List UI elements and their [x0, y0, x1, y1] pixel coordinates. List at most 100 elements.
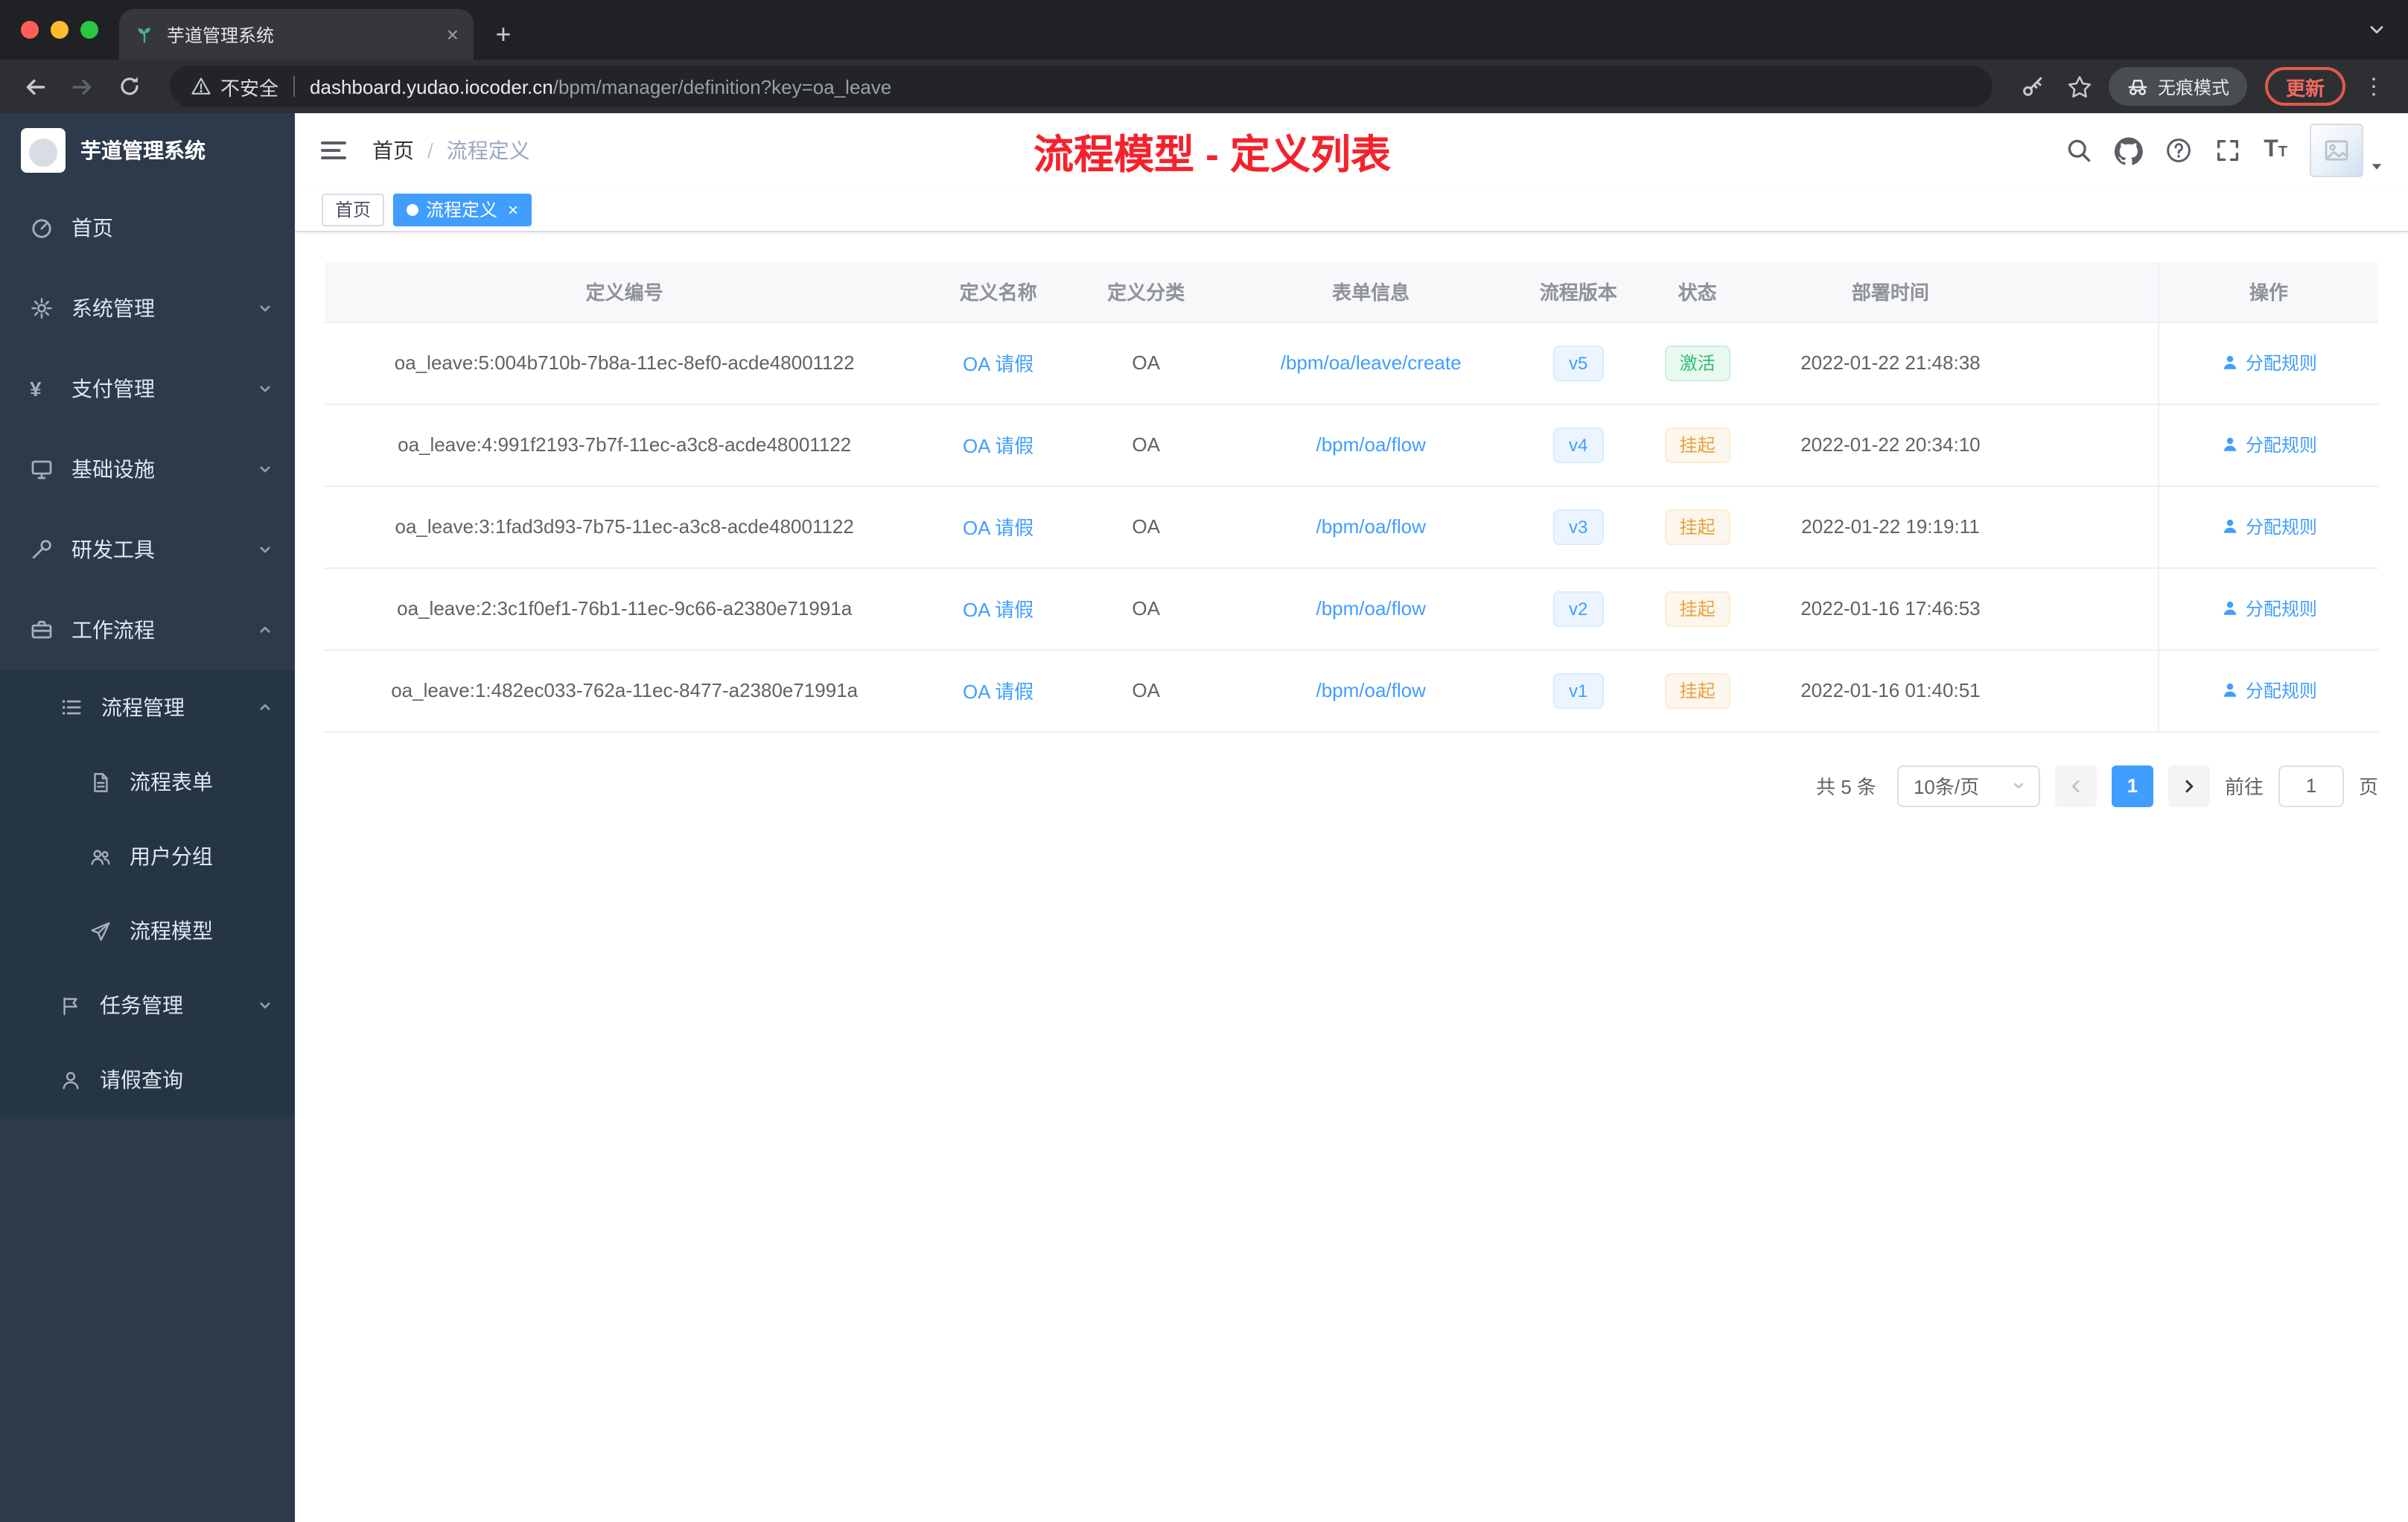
person-icon [60, 1069, 82, 1091]
navbar-actions: TT [2065, 124, 2384, 177]
chevron-down-icon [256, 541, 274, 558]
search-icon[interactable] [2065, 137, 2092, 164]
cell-deploy-time: 2022-01-22 19:19:11 [1759, 485, 2022, 568]
password-key-icon[interactable] [2013, 67, 2052, 106]
assign-rule-button[interactable]: 分配规则 [2220, 677, 2317, 702]
assign-rule-button[interactable]: 分配规则 [2220, 513, 2317, 538]
url-host: dashboard.yudao.iocoder.cn [310, 75, 553, 98]
wrench-icon [30, 538, 54, 561]
reload-button[interactable] [110, 67, 149, 106]
back-button[interactable] [15, 67, 54, 106]
assign-rule-button[interactable]: 分配规则 [2220, 349, 2317, 375]
sidebar-item-process-mgmt[interactable]: 流程管理 [0, 670, 295, 745]
minimize-window-button[interactable] [51, 21, 69, 39]
status-badge: 激活 [1664, 345, 1730, 380]
sidebar-item-home[interactable]: 首页 [0, 188, 295, 268]
sidebar-submenu-workflow: 流程管理 流程表单 用户分组 流程模型 任务管理 请假查询 [0, 670, 295, 1117]
assign-rule-button[interactable]: 分配规则 [2220, 595, 2317, 620]
help-icon[interactable] [2165, 137, 2192, 164]
incognito-icon [2127, 75, 2149, 98]
table-row: oa_leave:3:1fad3d93-7b75-11ec-a3c8-acde4… [325, 485, 2378, 568]
hamburger-icon[interactable] [319, 136, 348, 165]
sidebar-item-process-form[interactable]: 流程表单 [0, 745, 295, 819]
breadcrumb-home[interactable]: 首页 [372, 136, 414, 165]
col-header-version: 流程版本 [1521, 262, 1635, 322]
paper-plane-icon [89, 920, 112, 942]
browser-tab[interactable]: 芋道管理系统 × [119, 9, 474, 60]
not-secure-label: 不安全 [220, 77, 279, 99]
page-number-button[interactable]: 1 [2111, 765, 2153, 806]
definition-name-link[interactable]: OA 请假 [963, 599, 1033, 621]
chevron-down-icon [256, 996, 274, 1014]
url-text: dashboard.yudao.iocoder.cn/bpm/manager/d… [310, 75, 891, 98]
goto-unit-label: 页 [2358, 776, 2378, 798]
yen-icon: ¥ [30, 377, 42, 401]
tag-process-definition[interactable]: 流程定义 × [393, 193, 532, 226]
form-link[interactable]: /bpm/oa/flow [1316, 515, 1425, 538]
browser-tabstrip: 芋道管理系统 × + [0, 0, 2408, 60]
browser-menu-icon[interactable]: ⋮ [2354, 67, 2393, 106]
top-navbar: 首页 / 流程定义 流程模型 - 定义列表 TT [295, 113, 2408, 188]
tag-close-icon[interactable]: × [508, 200, 518, 218]
tag-home[interactable]: 首页 [322, 193, 385, 226]
chrome-update-button[interactable]: 更新 [2264, 67, 2345, 106]
dashboard-icon [30, 216, 54, 240]
definition-name-link[interactable]: OA 请假 [963, 435, 1033, 457]
address-bar[interactable]: 不安全 dashboard.yudao.iocoder.cn/bpm/manag… [170, 66, 1993, 107]
sidebar-logo[interactable]: 芋道管理系统 [0, 113, 295, 188]
version-tag: v4 [1552, 427, 1604, 462]
close-window-button[interactable] [21, 21, 39, 39]
sidebar-item-payment-mgmt[interactable]: ¥ 支付管理 [0, 348, 295, 429]
forward-button[interactable] [63, 67, 101, 106]
sidebar-item-task-mgmt[interactable]: 任务管理 [0, 968, 295, 1042]
font-size-icon[interactable]: TT [2264, 138, 2287, 162]
screen: 芋道管理系统 × + 不安全 dashboard.yudao.iocoder.c… [0, 0, 2408, 1522]
table-row: oa_leave:4:991f2193-7b7f-11ec-a3c8-acde4… [325, 404, 2378, 486]
definition-name-link[interactable]: OA 请假 [963, 517, 1033, 539]
cell-deploy-time: 2022-01-16 01:40:51 [1759, 649, 2022, 732]
tab-favicon-icon [134, 24, 155, 45]
user-menu[interactable] [2310, 124, 2384, 177]
sidebar-item-infrastructure[interactable]: 基础设施 [0, 429, 295, 509]
table-row: oa_leave:5:004b710b-7b8a-11ec-8ef0-acde4… [325, 322, 2378, 404]
form-link[interactable]: /bpm/oa/leave/create [1281, 351, 1462, 374]
bookmark-star-icon[interactable] [2061, 67, 2100, 106]
col-header-spacer [2021, 262, 2159, 322]
prev-page-button[interactable] [2054, 765, 2097, 806]
sidebar-item-process-model[interactable]: 流程模型 [0, 894, 295, 968]
github-icon[interactable] [2115, 136, 2143, 165]
sidebar-item-workflow[interactable]: 工作流程 [0, 590, 295, 670]
table-header-row: 定义编号 定义名称 定义分类 表单信息 流程版本 状态 部署时间 操作 [325, 262, 2378, 322]
app-root: 芋道管理系统 首页 系统管理 ¥ 支付管理 基础设施 研发工具 工作流程 流程管… [0, 113, 2408, 1522]
not-secure-warning-icon [191, 76, 211, 97]
cell-category: OA [1071, 567, 1220, 650]
form-link[interactable]: /bpm/oa/flow [1316, 597, 1425, 620]
form-link[interactable]: /bpm/oa/flow [1316, 433, 1425, 456]
assign-rule-button[interactable]: 分配规则 [2220, 431, 2317, 456]
tab-search-icon[interactable] [2366, 0, 2387, 60]
new-tab-button[interactable]: + [482, 13, 524, 55]
sidebar-item-system-mgmt[interactable]: 系统管理 [0, 268, 295, 348]
user-group-icon [89, 845, 112, 867]
sidebar-item-dev-tools[interactable]: 研发工具 [0, 509, 295, 590]
page-title: 流程模型 - 定义列表 [1033, 132, 1391, 176]
form-link[interactable]: /bpm/oa/flow [1316, 679, 1425, 701]
col-header-name: 定义名称 [924, 262, 1072, 322]
cell-id: oa_leave:4:991f2193-7b7f-11ec-a3c8-acde4… [325, 404, 925, 486]
select-caret-icon [2010, 777, 2027, 794]
sidebar-item-user-group[interactable]: 用户分组 [0, 819, 295, 894]
sidebar-item-leave-query[interactable]: 请假查询 [0, 1042, 295, 1117]
zoom-window-button[interactable] [80, 21, 98, 39]
tab-close-icon[interactable]: × [447, 24, 459, 45]
cell-deploy-time: 2022-01-16 17:46:53 [1759, 567, 2022, 650]
page-size-select[interactable]: 10条/页 [1896, 765, 2040, 806]
active-tag-dot [407, 203, 419, 215]
tags-view-bar: 首页 流程定义 × [295, 188, 2408, 232]
next-page-button[interactable] [2167, 765, 2210, 806]
fullscreen-icon[interactable] [2214, 137, 2241, 164]
page-content: 定义编号 定义名称 定义分类 表单信息 流程版本 状态 部署时间 操作 oa_l… [295, 232, 2408, 1522]
goto-page-input[interactable] [2278, 765, 2344, 806]
col-header-deploy-time: 部署时间 [1759, 262, 2022, 322]
definition-name-link[interactable]: OA 请假 [963, 353, 1033, 375]
definition-name-link[interactable]: OA 请假 [963, 681, 1033, 703]
